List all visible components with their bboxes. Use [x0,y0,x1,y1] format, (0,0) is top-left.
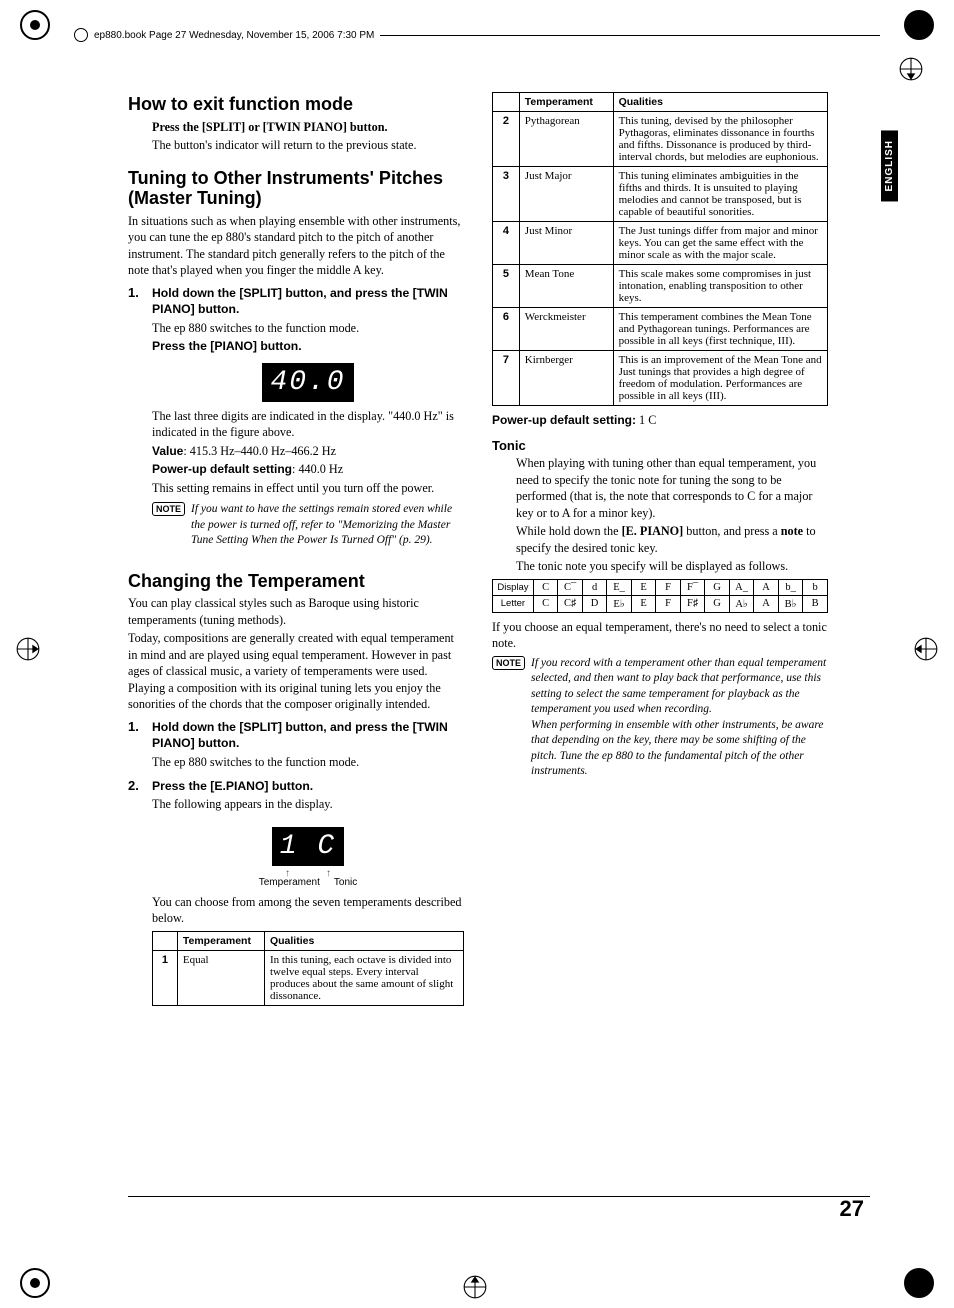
temper-step-1-num: 1. [128,719,144,772]
step-1-body: The ep 880 switches to the function mode… [152,320,464,336]
exit-instruction-body: The button's indicator will return to th… [152,137,464,153]
book-spiral-icon [74,28,88,42]
fig-labels: Temperament Tonic [259,877,358,888]
section-exit-function-mode: How to exit function mode [128,94,464,115]
table-row: 7KirnbergerThis is an improvement of the… [493,351,828,406]
display-440: 40.0 [262,363,353,402]
table-row: 3Just MajorThis tuning eliminates ambigu… [493,167,828,222]
left-column: How to exit function mode Press the [SPL… [128,88,464,1006]
temperament-p2: Today, compositions are generally create… [128,630,464,712]
display-1c: 1 C [272,827,344,866]
master-tuning-intro: In situations such as when playing ensem… [128,213,464,279]
temper-step-2-bold: Press the [E.PIANO] button. [152,778,464,794]
temperament-p1: You can play classical styles such as Ba… [128,595,464,628]
step-1-press: Press the [PIANO] button. [152,338,464,354]
table-row: 4Just MinorThe Just tunings differ from … [493,222,828,265]
right-column: Temperament Qualities 2PythagoreanThis t… [492,88,828,1006]
registration-left [15,636,41,662]
tonic-p3: The tonic note you specify will be displ… [516,558,828,574]
after-seg-text: The last three digits are indicated in t… [152,408,464,441]
temperament-table-1: Temperament Qualities 1 Equal In this tu… [152,931,464,1006]
step-1-bold: Hold down the [SPLIT] button, and press … [152,285,464,318]
tonic-heading: Tonic [492,438,828,453]
table2-pud: Power-up default setting: 1 C [492,412,828,428]
section-temperament: Changing the Temperament [128,571,464,592]
crop-mark-tl [20,10,50,40]
table-row: 5Mean ToneThis scale makes some compromi… [493,265,828,308]
footer-rule [128,1196,870,1197]
table-row: 6WerckmeisterThis temperament combines t… [493,308,828,351]
temper-step-2-body: The following appears in the display. [152,796,464,812]
pud-line: Power-up default setting: 440.0 Hz [152,461,464,477]
tonic-p1: When playing with tuning other than equa… [516,455,828,521]
registration-top [898,56,924,82]
note-badge: NOTE [152,502,185,516]
crop-mark-tr [904,10,934,40]
table-row: 1 Equal In this tuning, each octave is d… [153,950,464,1005]
tonic-after: If you choose an equal temperament, ther… [492,619,828,652]
language-tab: ENGLISH [881,130,898,201]
note-badge-2: NOTE [492,656,525,670]
crop-mark-br [904,1268,934,1298]
temper-after: You can choose from among the seven temp… [152,894,464,927]
value-line: Value: 415.3 Hz–440.0 Hz–466.2 Hz [152,443,464,459]
step-1-number: 1. [128,285,144,498]
remain-text: This setting remains in effect until you… [152,480,464,496]
page-header: ep880.book Page 27 Wednesday, November 1… [74,28,880,42]
header-text: ep880.book Page 27 Wednesday, November 1… [94,30,374,41]
temper-step-2-num: 2. [128,778,144,1006]
note-master-tune: If you want to have the settings remain … [191,502,464,549]
registration-right [913,636,939,662]
crop-mark-bl [20,1268,50,1298]
tonic-table: Display CC¯dE_EFF¯GA_Ab_b Letter CC♯DE♭E… [492,579,828,613]
note-tonic: If you record with a temperament other t… [531,656,828,780]
registration-bottom [462,1274,488,1300]
page-number: 27 [840,1196,864,1222]
section-master-tuning: Tuning to Other Instruments' Pitches (Ma… [128,168,464,209]
exit-instruction-bold: Press the [SPLIT] or [TWIN PIANO] button… [152,119,464,135]
temperament-table-2: Temperament Qualities 2PythagoreanThis t… [492,92,828,406]
table-row: 2PythagoreanThis tuning, devised by the … [493,112,828,167]
temper-step-1-body: The ep 880 switches to the function mode… [152,754,464,770]
temper-step-1-bold: Hold down the [SPLIT] button, and press … [152,719,464,752]
tonic-p2: While hold down the [E. PIANO] button, a… [516,523,828,556]
